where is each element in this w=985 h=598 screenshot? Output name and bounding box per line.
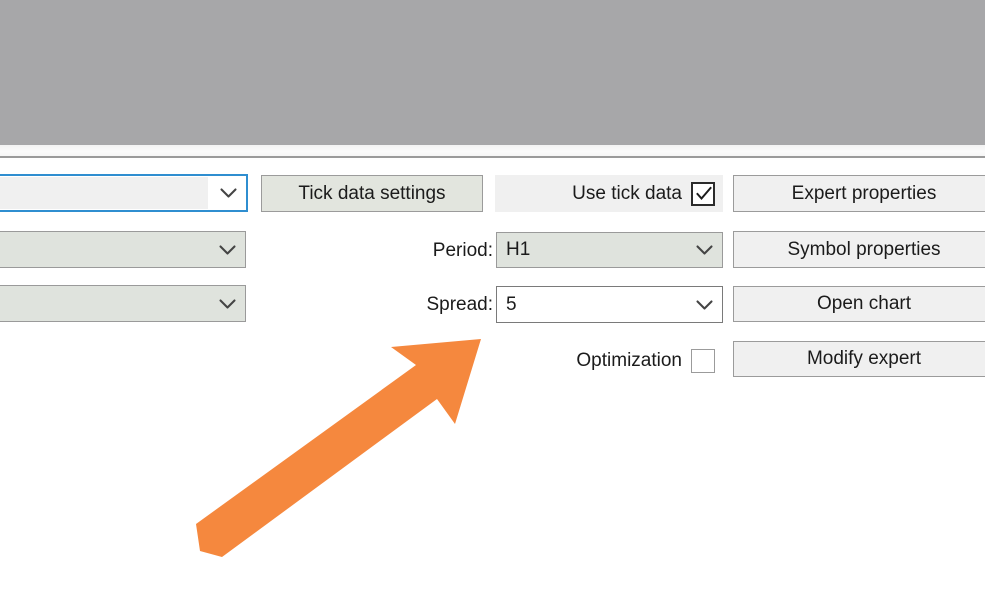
chevron-down-icon[interactable] [696, 299, 713, 310]
period-combo[interactable]: H1 [496, 232, 723, 268]
optimization-row[interactable]: Optimization [495, 346, 723, 376]
chevron-down-icon[interactable] [696, 245, 713, 256]
app-root: Tick data settings Use tick data Period:… [0, 0, 985, 598]
chevron-down-icon[interactable] [220, 188, 237, 199]
symbol-combo-field[interactable] [0, 177, 208, 209]
tick-data-settings-label: Tick data settings [298, 182, 446, 204]
symbol-combo[interactable] [0, 174, 248, 212]
tick-data-settings-button[interactable]: Tick data settings [261, 175, 483, 212]
chevron-down-icon[interactable] [219, 244, 236, 255]
expert-properties-button[interactable]: Expert properties [733, 175, 985, 212]
date-combo[interactable] [0, 285, 246, 322]
period-value: H1 [506, 239, 531, 260]
spread-label: Spread: [426, 294, 493, 315]
blurred-toolbar-region [0, 0, 985, 145]
modify-expert-button[interactable]: Modify expert [733, 341, 985, 377]
spread-combo[interactable]: 5 [496, 286, 723, 323]
checkmark-icon [696, 186, 712, 208]
model-combo[interactable] [0, 231, 246, 268]
symbol-properties-button[interactable]: Symbol properties [733, 231, 985, 268]
symbol-properties-label: Symbol properties [787, 238, 941, 260]
use-tick-data-label: Use tick data [572, 182, 682, 204]
spread-value: 5 [506, 293, 517, 315]
use-tick-data-row[interactable]: Use tick data [495, 175, 723, 212]
use-tick-data-checkbox[interactable] [691, 181, 715, 208]
open-chart-button[interactable]: Open chart [733, 286, 985, 322]
optimization-checkbox[interactable] [691, 349, 715, 373]
period-label: Period: [432, 240, 493, 261]
modify-expert-label: Modify expert [806, 348, 922, 369]
tester-settings-panel: Tick data settings Use tick data Period:… [0, 158, 985, 598]
chevron-down-icon[interactable] [219, 298, 236, 309]
optimization-label: Optimization [576, 350, 682, 371]
expert-properties-label: Expert properties [791, 182, 937, 204]
open-chart-label: Open chart [817, 293, 911, 314]
